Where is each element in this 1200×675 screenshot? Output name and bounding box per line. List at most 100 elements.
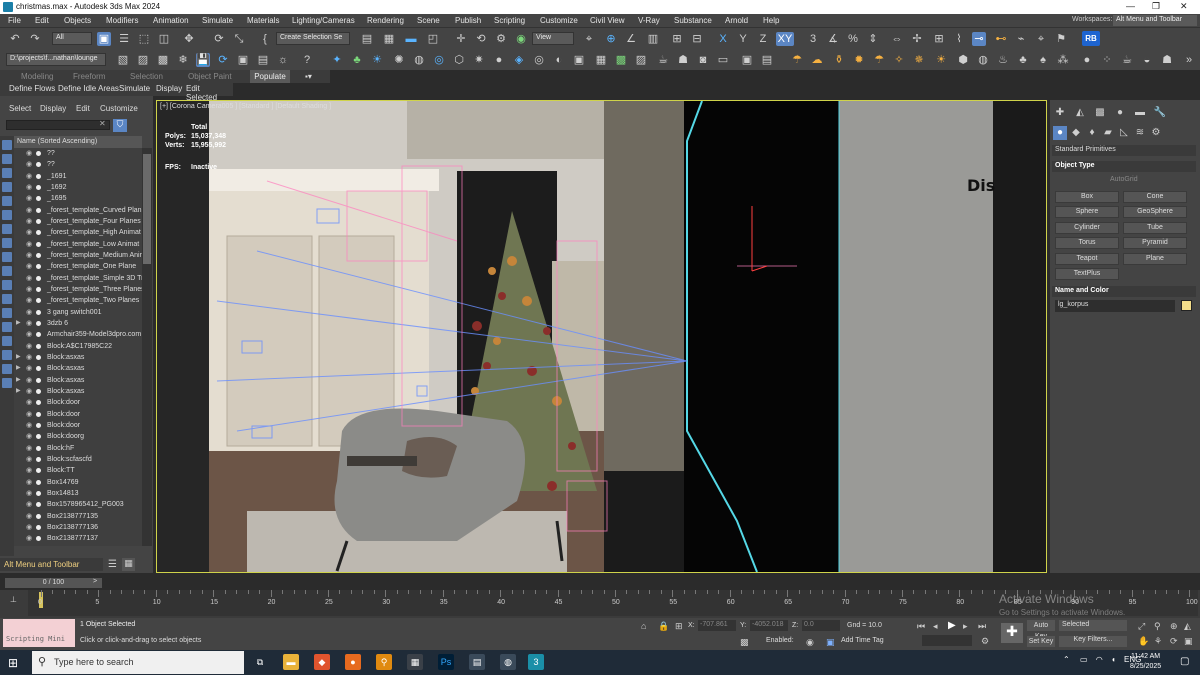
- visibility-eye-icon[interactable]: ◉: [26, 205, 32, 216]
- fire-icon[interactable]: ♣: [1016, 53, 1030, 67]
- y-coord-field[interactable]: -4052.018: [750, 620, 788, 631]
- filter-all-filter-icon[interactable]: [2, 336, 12, 346]
- se-tab-display[interactable]: Display: [40, 104, 66, 113]
- visibility-eye-icon[interactable]: ◉: [26, 193, 32, 204]
- align-grid-icon[interactable]: ⊞: [670, 32, 684, 46]
- z-coord-field[interactable]: 0.0: [802, 620, 840, 631]
- expand-arrow-icon[interactable]: ▶: [16, 375, 21, 386]
- scene-list-item[interactable]: ◉ _forest_template_Medium Anim: [14, 250, 142, 261]
- console-icon[interactable]: ▭: [716, 53, 730, 67]
- freeze-dot-icon[interactable]: [36, 275, 41, 281]
- menu-civil-view[interactable]: Civil View: [590, 16, 625, 25]
- spacewarps-filter-icon[interactable]: [2, 210, 12, 220]
- visibility-eye-icon[interactable]: ◉: [26, 273, 32, 284]
- modify-tab-icon[interactable]: ◭: [1073, 106, 1087, 120]
- visibility-eye-icon[interactable]: ◉: [26, 182, 32, 193]
- angle-snap-toggle-icon[interactable]: ∡: [826, 32, 840, 46]
- scene-list-item[interactable]: ◉ _forest_template_Low Animat: [14, 239, 142, 250]
- visibility-eye-icon[interactable]: ◉: [26, 341, 32, 352]
- visibility-eye-icon[interactable]: ◉: [26, 295, 32, 306]
- geometry-icon[interactable]: ●: [1053, 126, 1067, 140]
- taskbar-search-box[interactable]: ⚲ Type here to search: [32, 651, 244, 674]
- freeze-dot-icon[interactable]: [36, 377, 41, 383]
- rectangular-selection-icon[interactable]: ⬚: [137, 32, 151, 46]
- layer-explorer-icon[interactable]: ▦: [382, 32, 396, 46]
- sunlight-icon[interactable]: ✹: [852, 53, 866, 67]
- unlink-icon[interactable]: ⊷: [994, 32, 1008, 46]
- drop-icon[interactable]: ♨: [996, 53, 1010, 67]
- visibility-eye-icon[interactable]: ◉: [26, 239, 32, 250]
- menu-modifiers[interactable]: Modifiers: [106, 16, 138, 25]
- sphere-button[interactable]: Sphere: [1055, 206, 1119, 218]
- freeze-dot-icon[interactable]: [36, 162, 41, 168]
- shapes-icon[interactable]: ◆: [1069, 126, 1083, 140]
- define-flows-button[interactable]: Define Flows: [9, 84, 55, 93]
- motion-tab-icon[interactable]: ●: [1113, 106, 1127, 120]
- freeze-dot-icon[interactable]: [36, 252, 41, 258]
- globe-icon[interactable]: ●: [1080, 53, 1094, 67]
- scene-list-scrollbar[interactable]: [142, 148, 152, 546]
- goto-end-icon[interactable]: ⏭: [978, 621, 986, 632]
- scene-list-item[interactable]: ◉??: [14, 159, 142, 170]
- freeze-icon[interactable]: ❄: [176, 53, 190, 67]
- freeze-dot-icon[interactable]: [36, 366, 41, 372]
- freeze-dot-icon[interactable]: [36, 445, 41, 451]
- percent-snap-icon[interactable]: ▥: [646, 32, 660, 46]
- fur-icon[interactable]: ✷: [472, 53, 486, 67]
- cone-button[interactable]: Cone: [1123, 191, 1187, 203]
- hierarchy-tab-icon[interactable]: ▩: [1093, 106, 1107, 120]
- spot-icon[interactable]: ✧: [892, 53, 906, 67]
- bulb-icon[interactable]: ☀: [370, 53, 384, 67]
- edit-named-selection-icon[interactable]: ⊟: [690, 32, 704, 46]
- visibility-eye-icon[interactable]: ◉: [26, 216, 32, 227]
- freeze-dot-icon[interactable]: [36, 151, 41, 156]
- cylinder-button[interactable]: Cylinder: [1055, 222, 1119, 234]
- freeze-dot-icon[interactable]: [36, 524, 41, 530]
- redo-icon[interactable]: ↷: [28, 32, 42, 46]
- lights-icon[interactable]: ♦: [1085, 126, 1099, 140]
- walk-through-icon[interactable]: ⚘: [1154, 636, 1162, 647]
- freeze-dot-icon[interactable]: [36, 434, 41, 440]
- textplus-button[interactable]: TextPlus: [1055, 268, 1119, 280]
- light-icon[interactable]: ✦: [330, 53, 344, 67]
- particles-filter-icon[interactable]: [2, 280, 12, 290]
- menu-animation[interactable]: Animation: [153, 16, 189, 25]
- box-icon[interactable]: ▣: [740, 53, 754, 67]
- freeze-dot-icon[interactable]: [36, 400, 41, 406]
- menu-edit[interactable]: Edit: [35, 16, 49, 25]
- containers-filter-icon[interactable]: [2, 266, 12, 276]
- orbit-view-icon[interactable]: ⟳: [1170, 636, 1178, 647]
- x-coord-field[interactable]: -707.861: [698, 620, 736, 631]
- torus-button[interactable]: Torus: [1055, 237, 1119, 249]
- freeze-dot-icon[interactable]: [36, 184, 41, 190]
- snaps-3d-icon[interactable]: 3: [806, 32, 820, 46]
- menu-simulate[interactable]: Simulate: [202, 16, 233, 25]
- lights-filter-icon[interactable]: [2, 168, 12, 178]
- freeze-dot-icon[interactable]: [36, 264, 41, 270]
- percent-icon[interactable]: %: [846, 32, 860, 46]
- define-idle-areas-button[interactable]: Define Idle Areas: [58, 84, 119, 93]
- simulate-button[interactable]: Simulate: [119, 84, 150, 93]
- freeze-dot-icon[interactable]: [36, 196, 41, 202]
- scene-list-item[interactable]: ◉ _forest_template_Four Planes: [14, 216, 142, 227]
- rb-plugin-button[interactable]: RB: [1082, 31, 1100, 46]
- utilities-tab-icon[interactable]: 🔧: [1153, 106, 1167, 120]
- layers-icon[interactable]: ☰: [108, 559, 117, 570]
- scene-list-item[interactable]: ▶ ◉ 3dzb 6: [14, 318, 142, 329]
- scene-explorer-options-icon[interactable]: ▦: [122, 558, 135, 571]
- camera-icon[interactable]: ◎: [432, 53, 446, 67]
- isolate-selection-icon[interactable]: ⌂: [641, 621, 646, 631]
- kettle-icon[interactable]: ◒: [1140, 53, 1154, 67]
- image-app-icon[interactable]: ▦: [407, 654, 423, 670]
- visibility-eye-icon[interactable]: ◉: [26, 318, 32, 329]
- render-setup-icon[interactable]: ⚙: [494, 32, 508, 46]
- cube-alt-icon[interactable]: ◍: [976, 53, 990, 67]
- container-icon[interactable]: ▣: [236, 53, 250, 67]
- axis-z-button[interactable]: Z: [756, 32, 770, 46]
- menu-file[interactable]: File: [8, 16, 21, 25]
- tab-object-paint[interactable]: Object Paint: [188, 72, 232, 81]
- geosphere-button[interactable]: GeoSphere: [1123, 206, 1187, 218]
- menu-rendering[interactable]: Rendering: [367, 16, 404, 25]
- scene-list-item[interactable]: ◉ Block:door: [14, 409, 142, 420]
- scene-list-item[interactable]: ◉ Block:scfascfd: [14, 454, 142, 465]
